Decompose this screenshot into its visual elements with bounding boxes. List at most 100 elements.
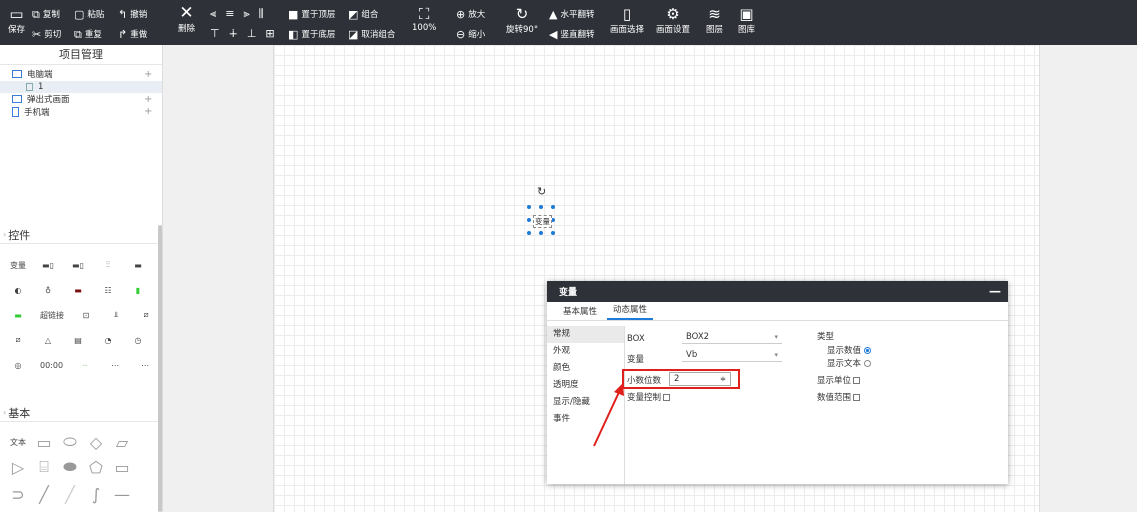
zoom-select[interactable]: ⛶ 100%: [412, 6, 436, 34]
minimize-button[interactable]: —: [989, 284, 1001, 298]
controls-section-header[interactable]: › 控件: [0, 226, 158, 244]
resize-handle[interactable]: [527, 218, 531, 222]
alarm-control-icon[interactable]: △: [40, 336, 56, 345]
flip-vertical-button[interactable]: ◀ 竖直翻转: [549, 28, 594, 41]
variable-control-option[interactable]: 变量控制: [627, 391, 671, 403]
redo-button[interactable]: ↱ 重做: [118, 28, 147, 41]
value-range-option[interactable]: 数值范围: [817, 391, 861, 403]
distribute-h-icon[interactable]: ⫼: [259, 8, 264, 19]
bar-control-icon[interactable]: ▬: [70, 286, 86, 295]
tag-shape-icon[interactable]: ⬠: [88, 458, 104, 477]
group-button[interactable]: ◩ 组合: [348, 8, 378, 21]
resize-handle[interactable]: [527, 205, 531, 209]
clock-control-icon[interactable]: ◷: [130, 336, 146, 345]
add-icon[interactable]: +: [144, 69, 152, 80]
paste-button[interactable]: ▢ 粘贴: [74, 8, 104, 21]
diamond-shape-icon[interactable]: ◇: [88, 433, 104, 452]
table-control-icon[interactable]: ▤: [70, 336, 86, 345]
save-button[interactable]: ▭ 保存: [8, 6, 25, 36]
progress-control-icon[interactable]: ▬: [130, 261, 146, 270]
variable-select[interactable]: Vb ▾: [682, 348, 782, 362]
rotate-handle-icon[interactable]: ↻: [537, 185, 546, 198]
gauge-control-icon[interactable]: ◔: [100, 336, 116, 345]
decimals-stepper[interactable]: 2 ≑: [669, 372, 731, 386]
capsule-shape-icon[interactable]: ⬬: [62, 457, 78, 477]
tree-item-pc[interactable]: 电脑端 +: [0, 68, 162, 81]
line-shape-icon[interactable]: ╱: [36, 485, 52, 504]
sidebar-scrollbar[interactable]: [158, 225, 162, 512]
zoom-in-button[interactable]: ⊕ 放大: [456, 8, 485, 21]
curve-shape-icon[interactable]: ∫: [88, 485, 104, 504]
category-color[interactable]: 颜色: [547, 360, 624, 377]
screen-select-button[interactable]: ▯ 画面选择: [610, 6, 644, 36]
triangle-shape-icon[interactable]: ▷: [10, 458, 26, 477]
parallelogram-shape-icon[interactable]: ▱: [114, 433, 130, 452]
show-text-radio[interactable]: [864, 360, 872, 367]
resize-handle[interactable]: [527, 231, 531, 235]
slider-control-icon[interactable]: ⫶⫶: [100, 260, 116, 270]
hline-shape-icon[interactable]: —: [114, 485, 130, 504]
align-right-icon[interactable]: ⫸: [243, 8, 249, 19]
align-center-icon[interactable]: ≡: [225, 8, 234, 19]
layers-button[interactable]: ≋ 图层: [706, 6, 723, 36]
chart-control-icon[interactable]: ⊡: [78, 311, 94, 320]
gallery-button[interactable]: ▣ 图库: [738, 6, 755, 36]
text-control-icon[interactable]: ⋯: [137, 361, 153, 370]
bulb-control-icon[interactable]: ♁: [40, 286, 56, 295]
box-select[interactable]: BOX2 ▾: [682, 330, 782, 344]
dial-control-icon[interactable]: ◎: [10, 361, 26, 370]
tab-basic-properties[interactable]: 基本属性: [557, 305, 603, 320]
trend-control-icon[interactable]: ⧄: [10, 335, 26, 345]
repeat-button[interactable]: ⧉ 重复: [74, 28, 102, 41]
undo-button[interactable]: ↰ 撤销: [118, 8, 147, 21]
variable-control-checkbox[interactable]: [663, 394, 671, 401]
arrow-shape-icon[interactable]: ⊃: [10, 485, 26, 504]
add-icon[interactable]: +: [144, 106, 152, 117]
send-bottom-button[interactable]: ◧ 置于底层: [288, 28, 335, 41]
card-shape-icon[interactable]: ▭: [114, 458, 130, 477]
add-icon[interactable]: +: [144, 94, 152, 105]
delete-button[interactable]: ✕ 删除: [178, 5, 195, 35]
show-unit-checkbox[interactable]: [853, 377, 861, 384]
battery-control-icon[interactable]: ▬▯: [70, 261, 86, 270]
rectangle-shape-icon[interactable]: ▭: [36, 433, 52, 452]
hyperlink-control[interactable]: 超链接: [40, 310, 64, 321]
align-middle-icon[interactable]: ∔: [229, 28, 238, 39]
ungroup-button[interactable]: ◪ 取消组合: [348, 28, 395, 41]
tree-item-popup[interactable]: 弹出式画面 +: [0, 93, 162, 106]
curve-control-icon[interactable]: ⧄: [138, 310, 154, 320]
cut-button[interactable]: ✂ 剪切: [32, 28, 61, 41]
flip-horizontal-button[interactable]: ▲ 水平翻转: [549, 8, 594, 21]
tree-item-page-1[interactable]: 1: [0, 80, 162, 93]
variable-element[interactable]: 变量: [533, 215, 552, 228]
copy-button[interactable]: ⧉ 复制: [32, 8, 60, 21]
show-value-radio[interactable]: [864, 347, 872, 354]
value-range-checkbox[interactable]: [853, 394, 861, 401]
dashed-line-shape-icon[interactable]: ╱: [62, 485, 78, 504]
category-general[interactable]: 常规: [547, 326, 624, 343]
bar-chart-control-icon[interactable]: ⫫: [108, 310, 124, 320]
align-left-icon[interactable]: ⫷: [210, 8, 216, 19]
show-unit-option[interactable]: 显示单位: [817, 374, 861, 386]
resize-handle[interactable]: [539, 231, 543, 235]
show-text-option[interactable]: 显示文本: [827, 357, 872, 369]
dashline-control-icon[interactable]: ┄: [77, 361, 93, 370]
align-bottom-icon[interactable]: ⊥: [247, 28, 257, 39]
cylinder-shape-icon[interactable]: ⌸: [36, 457, 52, 477]
battery-control-icon[interactable]: ▬▯: [40, 261, 56, 270]
screen-settings-button[interactable]: ⚙ 画面设置: [656, 6, 690, 36]
ellipse-shape-icon[interactable]: ⬭: [62, 432, 78, 452]
toggle-control-icon[interactable]: ◐: [10, 286, 26, 295]
resize-handle[interactable]: [551, 205, 555, 209]
text-shape[interactable]: 文本: [10, 437, 26, 448]
time-control[interactable]: 00:00: [40, 361, 63, 370]
rotate-button[interactable]: ↻ 旋转90°: [506, 6, 538, 36]
text-control-icon[interactable]: ⋯: [107, 361, 123, 370]
align-top-icon[interactable]: ⊤: [210, 28, 220, 39]
distribute-v-icon[interactable]: ⊞: [265, 28, 274, 39]
resize-handle[interactable]: [539, 205, 543, 209]
tree-item-phone[interactable]: 手机端 +: [0, 106, 162, 119]
zoom-out-button[interactable]: ⊖ 缩小: [456, 28, 485, 41]
basic-section-header[interactable]: › 基本: [0, 404, 158, 422]
bring-top-button[interactable]: ■ 置于顶层: [288, 8, 335, 21]
